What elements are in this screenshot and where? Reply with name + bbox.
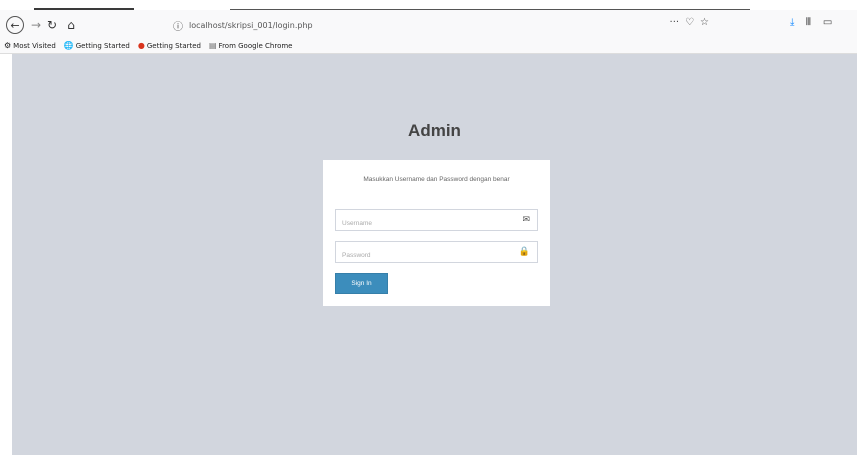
folder-icon: ▤ — [208, 41, 217, 50]
bookmark-star-icon[interactable]: ☆ — [700, 17, 709, 28]
sidebar-icon[interactable]: ▭ — [823, 17, 832, 28]
bookmark-label: Getting Started — [75, 41, 130, 50]
globe-icon: 🌐 — [63, 41, 74, 50]
library-icon[interactable]: 𝄃𝄃 — [806, 17, 810, 28]
reload-icon: ↻ — [46, 18, 58, 32]
password-input[interactable] — [336, 245, 537, 266]
page-viewport: Admin Masukkan Username dan Password den… — [12, 54, 857, 455]
firefox-icon: ● — [137, 41, 145, 50]
bookmarks-toolbar: ⚙ Most Visited 🌐 Getting Started ● Getti… — [0, 38, 857, 54]
gear-icon: ⚙ — [4, 41, 12, 50]
navigation-toolbar: ← → ↻ ⌂ ⓘ localhost/skripsi_001/login.ph… — [0, 10, 857, 38]
bookmark-label: Getting Started — [146, 41, 201, 50]
pocket-icon[interactable]: ♡ — [685, 17, 694, 28]
url-actions: ··· ♡ ☆ — [670, 17, 709, 28]
bookmark-most-visited[interactable]: ⚙ Most Visited — [4, 41, 56, 50]
page-title: Admin — [408, 121, 461, 140]
page-actions-icon[interactable]: ··· — [670, 17, 680, 28]
home-button[interactable]: ⌂ — [63, 17, 79, 33]
bookmark-label: Most Visited — [13, 41, 56, 50]
forward-button[interactable]: → — [28, 17, 44, 33]
home-icon: ⌂ — [67, 18, 75, 32]
password-field-group: 🔒 — [335, 241, 538, 266]
bookmark-getting-started-2[interactable]: ● Getting Started — [138, 41, 201, 50]
forward-arrow-icon: → — [30, 18, 42, 32]
envelope-icon: ✉ — [522, 215, 530, 225]
login-box: Masukkan Username dan Password dengan be… — [323, 160, 550, 306]
login-message: Masukkan Username dan Password dengan be… — [363, 176, 510, 183]
info-icon[interactable]: ⓘ — [173, 18, 187, 33]
sign-in-button[interactable]: Sign In — [335, 273, 388, 294]
back-button[interactable]: ← — [6, 16, 24, 34]
tab-strip — [0, 0, 857, 11]
username-input[interactable] — [336, 213, 537, 234]
back-arrow-icon: ← — [10, 18, 20, 32]
url-text[interactable]: localhost/skripsi_001/login.php — [189, 21, 313, 30]
lock-icon: 🔒 — [518, 247, 530, 257]
download-icon[interactable]: ⤓ — [790, 17, 794, 28]
toolbar-right: ⤓ 𝄃𝄃 ▭ — [790, 17, 832, 28]
bookmark-label: From Google Chrome — [218, 41, 293, 50]
username-field-group: ✉ — [335, 209, 538, 234]
reload-button[interactable]: ↻ — [44, 17, 60, 33]
url-bar[interactable]: ⓘ localhost/skripsi_001/login.php ··· ♡ … — [170, 15, 715, 35]
bookmark-getting-started-1[interactable]: 🌐 Getting Started — [64, 41, 130, 50]
bookmark-from-google-chrome[interactable]: ▤ From Google Chrome — [209, 41, 293, 50]
